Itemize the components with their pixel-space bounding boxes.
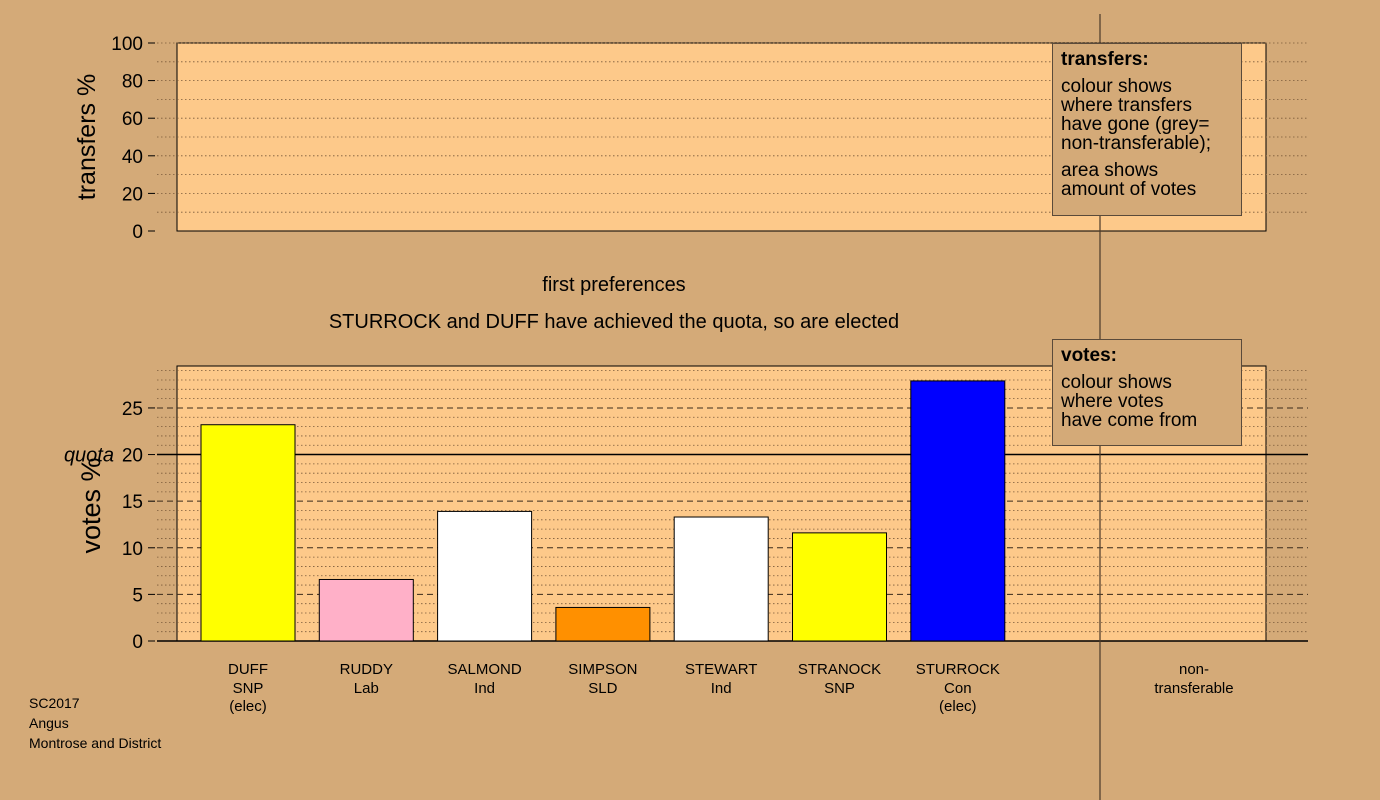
votes-legend-title: votes:	[1061, 345, 1117, 366]
ward-name: Montrose and District	[29, 735, 162, 751]
bar-stewart	[673, 516, 769, 642]
legend-line: have come from	[1061, 410, 1198, 431]
transfers-legend-title: transfers:	[1061, 49, 1149, 70]
candidate-name-label: SALMOND	[448, 661, 522, 678]
legend-line: non-transferable);	[1061, 133, 1211, 154]
transfers-legend-text-2: area shows amount of votes	[1061, 161, 1233, 199]
candidate-name-label: STRANOCK	[798, 661, 881, 678]
election-code: SC2017	[29, 695, 80, 711]
candidate-name-label: DUFF	[228, 661, 268, 678]
candidate-party-label: SNP	[233, 680, 264, 697]
votes-tick-label: 15	[122, 492, 143, 513]
transfers-tick-label: 20	[122, 184, 143, 205]
candidate-status-label: (elec)	[939, 698, 977, 715]
candidate-party-label: Con	[944, 680, 972, 697]
bar-salmond	[437, 510, 533, 642]
candidate-party-label: SNP	[824, 680, 855, 697]
votes-tick-label: 25	[122, 399, 143, 420]
chart-title: first preferences	[542, 274, 685, 296]
bar-simpson	[555, 606, 651, 642]
candidate-name-label: STEWART	[685, 661, 758, 678]
candidate-name-label: SIMPSON	[568, 661, 637, 678]
votes-tick-label: 0	[132, 632, 143, 653]
council-name: Angus	[29, 715, 69, 731]
bar-sturrock	[910, 380, 1006, 642]
nontransferable-label: non-	[1179, 661, 1209, 678]
candidate-name-label: STURROCK	[916, 661, 1000, 678]
legend-line: area shows	[1061, 160, 1159, 181]
candidate-name-label: RUDDY	[340, 661, 393, 678]
legend-line: have gone (grey=	[1061, 114, 1210, 135]
transfers-tick-label: 0	[132, 222, 143, 243]
votes-tick-label: 5	[132, 585, 143, 606]
legend-line: colour shows	[1061, 372, 1172, 393]
transfers-legend: transfers: colour shows where transfers …	[1052, 43, 1242, 216]
legend-line: where votes	[1061, 391, 1164, 412]
legend-line: colour shows	[1061, 76, 1172, 97]
bar-duff	[200, 424, 296, 642]
transfers-tick-label: 60	[122, 109, 143, 130]
candidate-party-label: Ind	[711, 680, 732, 697]
candidate-party-label: Ind	[474, 680, 495, 697]
votes-y-axis-label: votes %	[76, 457, 106, 553]
bar-stranock	[792, 532, 887, 642]
chart-subtitle: STURROCK and DUFF have achieved the quot…	[329, 311, 899, 333]
legend-line: amount of votes	[1061, 179, 1197, 200]
candidate-status-label: (elec)	[229, 698, 267, 715]
transfers-tick-label: 80	[122, 72, 143, 93]
legend-line: where transfers	[1061, 95, 1192, 116]
candidate-party-label: SLD	[588, 680, 617, 697]
transfers-legend-text-1: colour shows where transfers have gone (…	[1061, 77, 1233, 153]
votes-tick-label: 20	[122, 446, 143, 467]
votes-tick-label: 10	[122, 539, 143, 560]
transfers-y-axis-label: transfers %	[73, 74, 101, 200]
bar-ruddy	[318, 578, 414, 642]
transfers-tick-label: 100	[111, 34, 143, 55]
transfers-tick-label: 40	[122, 147, 143, 168]
votes-legend-text: colour shows where votes have come from	[1061, 373, 1233, 430]
nontransferable-label: transferable	[1154, 680, 1233, 697]
votes-legend: votes: colour shows where votes have com…	[1052, 339, 1242, 446]
area-footer: SC2017 Angus Montrose and District	[29, 693, 161, 753]
candidate-party-label: Lab	[354, 680, 379, 697]
